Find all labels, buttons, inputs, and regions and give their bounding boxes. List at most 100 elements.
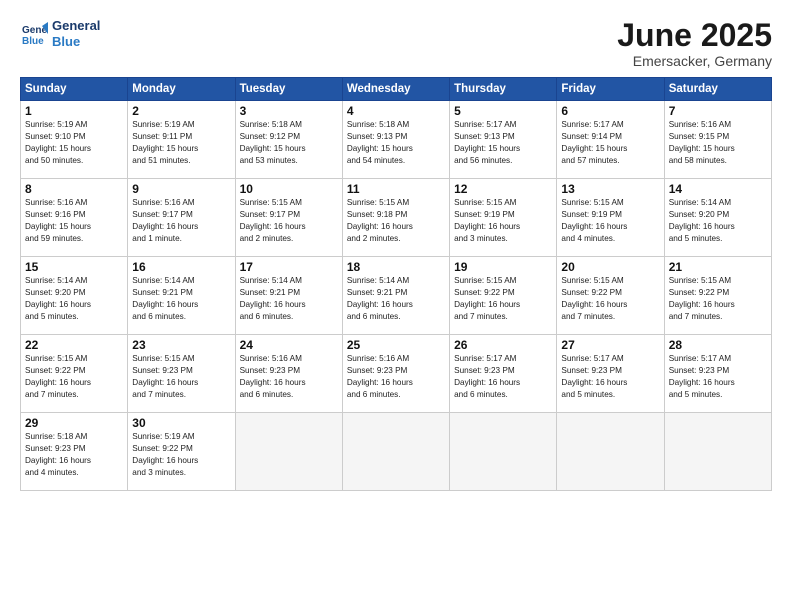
col-tuesday: Tuesday: [235, 78, 342, 101]
table-row: 16Sunrise: 5:14 AM Sunset: 9:21 PM Dayli…: [128, 257, 235, 335]
cell-info: Sunrise: 5:14 AM Sunset: 9:20 PM Dayligh…: [669, 197, 767, 245]
day-number: 24: [240, 338, 338, 352]
table-row: 20Sunrise: 5:15 AM Sunset: 9:22 PM Dayli…: [557, 257, 664, 335]
day-number: 13: [561, 182, 659, 196]
cell-info: Sunrise: 5:17 AM Sunset: 9:23 PM Dayligh…: [454, 353, 552, 401]
cell-info: Sunrise: 5:15 AM Sunset: 9:22 PM Dayligh…: [25, 353, 123, 401]
table-row: 18Sunrise: 5:14 AM Sunset: 9:21 PM Dayli…: [342, 257, 449, 335]
table-row: 23Sunrise: 5:15 AM Sunset: 9:23 PM Dayli…: [128, 335, 235, 413]
cell-info: Sunrise: 5:15 AM Sunset: 9:22 PM Dayligh…: [669, 275, 767, 323]
cell-info: Sunrise: 5:17 AM Sunset: 9:14 PM Dayligh…: [561, 119, 659, 167]
day-number: 8: [25, 182, 123, 196]
table-row: 10Sunrise: 5:15 AM Sunset: 9:17 PM Dayli…: [235, 179, 342, 257]
logo-text-line2: Blue: [52, 34, 100, 50]
calendar-table: Sunday Monday Tuesday Wednesday Thursday…: [20, 77, 772, 491]
table-row: 17Sunrise: 5:14 AM Sunset: 9:21 PM Dayli…: [235, 257, 342, 335]
header: General Blue General Blue June 2025 Emer…: [20, 18, 772, 69]
cell-info: Sunrise: 5:17 AM Sunset: 9:23 PM Dayligh…: [561, 353, 659, 401]
table-row: 6Sunrise: 5:17 AM Sunset: 9:14 PM Daylig…: [557, 101, 664, 179]
day-number: 14: [669, 182, 767, 196]
day-number: 7: [669, 104, 767, 118]
day-number: 23: [132, 338, 230, 352]
table-row: 8Sunrise: 5:16 AM Sunset: 9:16 PM Daylig…: [21, 179, 128, 257]
cell-info: Sunrise: 5:14 AM Sunset: 9:20 PM Dayligh…: [25, 275, 123, 323]
table-row: [450, 413, 557, 491]
day-number: 27: [561, 338, 659, 352]
table-row: 30Sunrise: 5:19 AM Sunset: 9:22 PM Dayli…: [128, 413, 235, 491]
table-row: 5Sunrise: 5:17 AM Sunset: 9:13 PM Daylig…: [450, 101, 557, 179]
day-number: 19: [454, 260, 552, 274]
day-number: 5: [454, 104, 552, 118]
table-row: 26Sunrise: 5:17 AM Sunset: 9:23 PM Dayli…: [450, 335, 557, 413]
table-row: 21Sunrise: 5:15 AM Sunset: 9:22 PM Dayli…: [664, 257, 771, 335]
cell-info: Sunrise: 5:14 AM Sunset: 9:21 PM Dayligh…: [347, 275, 445, 323]
cell-info: Sunrise: 5:16 AM Sunset: 9:23 PM Dayligh…: [347, 353, 445, 401]
cell-info: Sunrise: 5:15 AM Sunset: 9:19 PM Dayligh…: [454, 197, 552, 245]
day-number: 18: [347, 260, 445, 274]
cell-info: Sunrise: 5:14 AM Sunset: 9:21 PM Dayligh…: [132, 275, 230, 323]
col-sunday: Sunday: [21, 78, 128, 101]
col-wednesday: Wednesday: [342, 78, 449, 101]
table-row: 3Sunrise: 5:18 AM Sunset: 9:12 PM Daylig…: [235, 101, 342, 179]
day-number: 3: [240, 104, 338, 118]
day-number: 4: [347, 104, 445, 118]
table-row: 11Sunrise: 5:15 AM Sunset: 9:18 PM Dayli…: [342, 179, 449, 257]
day-number: 17: [240, 260, 338, 274]
table-row: 7Sunrise: 5:16 AM Sunset: 9:15 PM Daylig…: [664, 101, 771, 179]
table-row: 1Sunrise: 5:19 AM Sunset: 9:10 PM Daylig…: [21, 101, 128, 179]
day-number: 22: [25, 338, 123, 352]
cell-info: Sunrise: 5:16 AM Sunset: 9:16 PM Dayligh…: [25, 197, 123, 245]
day-number: 2: [132, 104, 230, 118]
col-monday: Monday: [128, 78, 235, 101]
cell-info: Sunrise: 5:14 AM Sunset: 9:21 PM Dayligh…: [240, 275, 338, 323]
table-row: [342, 413, 449, 491]
logo: General Blue General Blue: [20, 18, 100, 49]
table-row: 24Sunrise: 5:16 AM Sunset: 9:23 PM Dayli…: [235, 335, 342, 413]
day-number: 16: [132, 260, 230, 274]
page: General Blue General Blue June 2025 Emer…: [0, 0, 792, 612]
table-row: 12Sunrise: 5:15 AM Sunset: 9:19 PM Dayli…: [450, 179, 557, 257]
table-row: 15Sunrise: 5:14 AM Sunset: 9:20 PM Dayli…: [21, 257, 128, 335]
svg-text:Blue: Blue: [22, 36, 44, 47]
col-saturday: Saturday: [664, 78, 771, 101]
table-row: 22Sunrise: 5:15 AM Sunset: 9:22 PM Dayli…: [21, 335, 128, 413]
col-thursday: Thursday: [450, 78, 557, 101]
header-row: Sunday Monday Tuesday Wednesday Thursday…: [21, 78, 772, 101]
table-row: 25Sunrise: 5:16 AM Sunset: 9:23 PM Dayli…: [342, 335, 449, 413]
cell-info: Sunrise: 5:15 AM Sunset: 9:18 PM Dayligh…: [347, 197, 445, 245]
table-row: 27Sunrise: 5:17 AM Sunset: 9:23 PM Dayli…: [557, 335, 664, 413]
day-number: 30: [132, 416, 230, 430]
table-row: 2Sunrise: 5:19 AM Sunset: 9:11 PM Daylig…: [128, 101, 235, 179]
day-number: 10: [240, 182, 338, 196]
cell-info: Sunrise: 5:18 AM Sunset: 9:12 PM Dayligh…: [240, 119, 338, 167]
col-friday: Friday: [557, 78, 664, 101]
day-number: 26: [454, 338, 552, 352]
day-number: 29: [25, 416, 123, 430]
table-row: 29Sunrise: 5:18 AM Sunset: 9:23 PM Dayli…: [21, 413, 128, 491]
cell-info: Sunrise: 5:15 AM Sunset: 9:17 PM Dayligh…: [240, 197, 338, 245]
day-number: 11: [347, 182, 445, 196]
table-row: [235, 413, 342, 491]
day-number: 21: [669, 260, 767, 274]
day-number: 6: [561, 104, 659, 118]
cell-info: Sunrise: 5:17 AM Sunset: 9:23 PM Dayligh…: [669, 353, 767, 401]
table-row: [664, 413, 771, 491]
logo-icon: General Blue: [20, 20, 48, 48]
day-number: 9: [132, 182, 230, 196]
day-number: 15: [25, 260, 123, 274]
cell-info: Sunrise: 5:15 AM Sunset: 9:22 PM Dayligh…: [561, 275, 659, 323]
cell-info: Sunrise: 5:16 AM Sunset: 9:23 PM Dayligh…: [240, 353, 338, 401]
cell-info: Sunrise: 5:19 AM Sunset: 9:22 PM Dayligh…: [132, 431, 230, 479]
title-block: June 2025 Emersacker, Germany: [617, 18, 772, 69]
day-number: 28: [669, 338, 767, 352]
table-row: 4Sunrise: 5:18 AM Sunset: 9:13 PM Daylig…: [342, 101, 449, 179]
logo-text-line1: General: [52, 18, 100, 34]
cell-info: Sunrise: 5:19 AM Sunset: 9:11 PM Dayligh…: [132, 119, 230, 167]
table-row: 19Sunrise: 5:15 AM Sunset: 9:22 PM Dayli…: [450, 257, 557, 335]
cell-info: Sunrise: 5:16 AM Sunset: 9:17 PM Dayligh…: [132, 197, 230, 245]
cell-info: Sunrise: 5:18 AM Sunset: 9:23 PM Dayligh…: [25, 431, 123, 479]
cell-info: Sunrise: 5:19 AM Sunset: 9:10 PM Dayligh…: [25, 119, 123, 167]
table-row: 9Sunrise: 5:16 AM Sunset: 9:17 PM Daylig…: [128, 179, 235, 257]
cell-info: Sunrise: 5:16 AM Sunset: 9:15 PM Dayligh…: [669, 119, 767, 167]
cell-info: Sunrise: 5:18 AM Sunset: 9:13 PM Dayligh…: [347, 119, 445, 167]
